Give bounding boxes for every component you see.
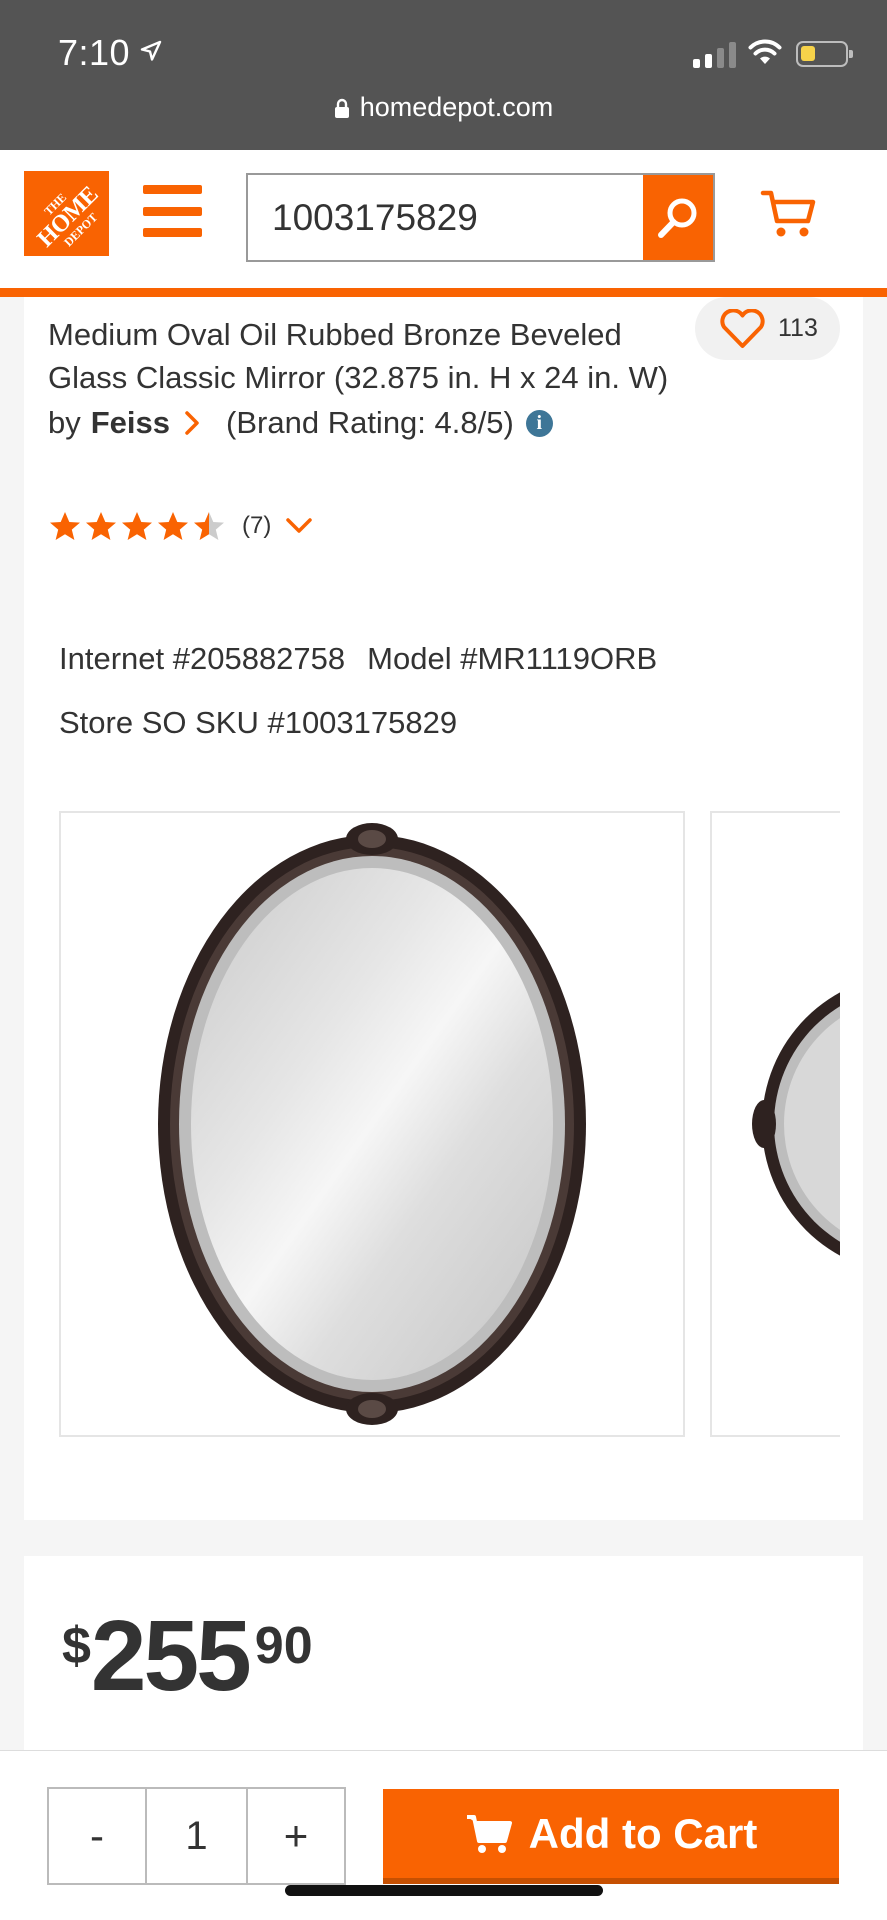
search-bar <box>246 173 715 262</box>
review-count[interactable]: (7) <box>242 512 271 540</box>
home-depot-logo[interactable]: THE HOME DEPOT <box>24 171 109 256</box>
info-icon[interactable]: i <box>525 409 553 437</box>
product-identifiers: Internet #205882758 Model #MR1119ORB Stor… <box>59 627 657 755</box>
brand-row: by Feiss (Brand Rating: 4.8/5) i <box>48 405 553 441</box>
model-number: Model #MR1119ORB <box>367 641 658 676</box>
oval-mirror-side-image <box>752 992 840 1256</box>
product-card: Medium Oval Oil Rubbed Bronze Beveled Gl… <box>24 297 863 1520</box>
oval-mirror-image <box>158 823 586 1425</box>
menu-icon[interactable] <box>143 185 202 237</box>
home-indicator <box>285 1885 603 1896</box>
location-arrow-icon <box>140 40 162 61</box>
price-currency: $ <box>62 1617 91 1675</box>
rating-row[interactable]: (7) <box>48 510 313 542</box>
search-icon <box>658 198 697 238</box>
price-card: $ 255 90 <box>24 1556 863 1756</box>
cart-icon[interactable] <box>760 188 818 240</box>
star-icon <box>158 512 188 540</box>
add-to-cart-button[interactable]: Add to Cart <box>383 1789 839 1884</box>
search-input[interactable] <box>248 175 643 260</box>
quantity-input[interactable]: 1 <box>145 1789 248 1883</box>
battery-icon <box>796 41 853 67</box>
heart-icon <box>720 308 765 348</box>
site-header: THE HOME DEPOT <box>0 150 887 290</box>
lock-icon <box>334 98 349 118</box>
url-text: homedepot.com <box>359 92 554 122</box>
chevron-right-icon[interactable] <box>184 410 200 436</box>
url-bar[interactable]: homedepot.com <box>0 92 887 123</box>
header-accent-bar <box>0 288 887 297</box>
quantity-stepper: - 1 + <box>47 1787 346 1885</box>
star-rating <box>48 510 226 542</box>
search-button[interactable] <box>643 175 713 260</box>
product-image[interactable] <box>59 811 685 1437</box>
internet-number: Internet #205882758 <box>59 641 346 676</box>
brand-rating: (Brand Rating: 4.8/5) <box>226 405 514 440</box>
status-bar: 7:10 homedepot.com <box>0 0 887 150</box>
star-icon <box>86 512 116 540</box>
star-icon <box>50 512 80 540</box>
by-label: by <box>48 405 81 440</box>
price-cents: 90 <box>254 1617 313 1675</box>
cart-icon <box>466 1814 512 1853</box>
add-to-cart-label: Add to Cart <box>528 1809 758 1857</box>
star-icon <box>194 512 224 540</box>
brand-link[interactable]: Feiss <box>91 405 170 441</box>
decrease-quantity-button[interactable]: - <box>49 1789 145 1883</box>
product-image-thumbnail[interactable] <box>710 811 840 1437</box>
favorite-count: 113 <box>778 314 818 342</box>
favorite-button[interactable]: 113 <box>695 297 840 360</box>
price-dollars: 255 <box>90 1600 252 1712</box>
star-icon <box>122 512 152 540</box>
chevron-down-icon[interactable] <box>285 517 313 535</box>
wifi-icon <box>748 39 782 64</box>
increase-quantity-button[interactable]: + <box>248 1789 344 1883</box>
product-title: Medium Oval Oil Rubbed Bronze Beveled Gl… <box>48 317 669 395</box>
signal-icon <box>693 40 736 68</box>
status-time: 7:10 <box>58 32 131 73</box>
store-sku: Store SO SKU #1003175829 <box>59 705 458 740</box>
price: $ 255 90 <box>62 1606 313 1706</box>
